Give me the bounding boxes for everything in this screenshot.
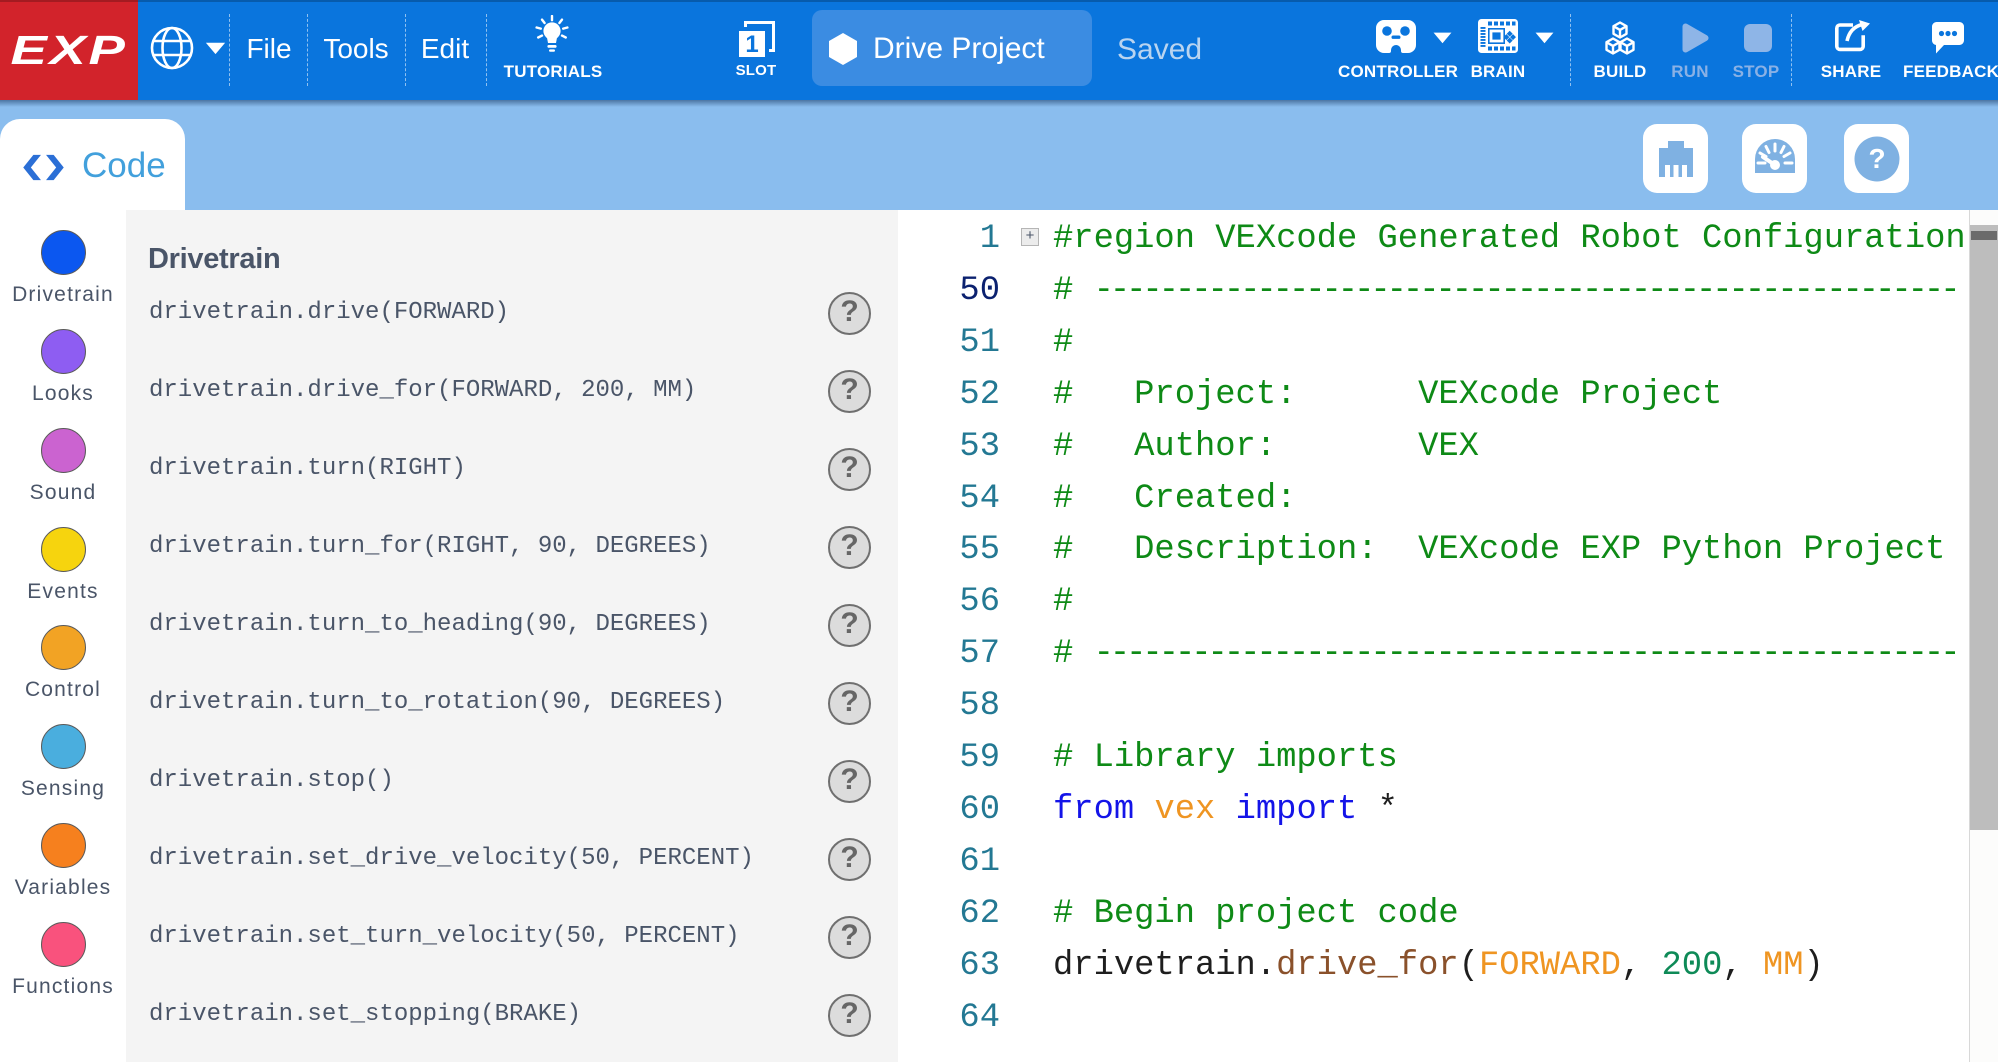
svg-text:?: ? (1868, 143, 1885, 174)
svg-text:1: 1 (745, 31, 758, 58)
